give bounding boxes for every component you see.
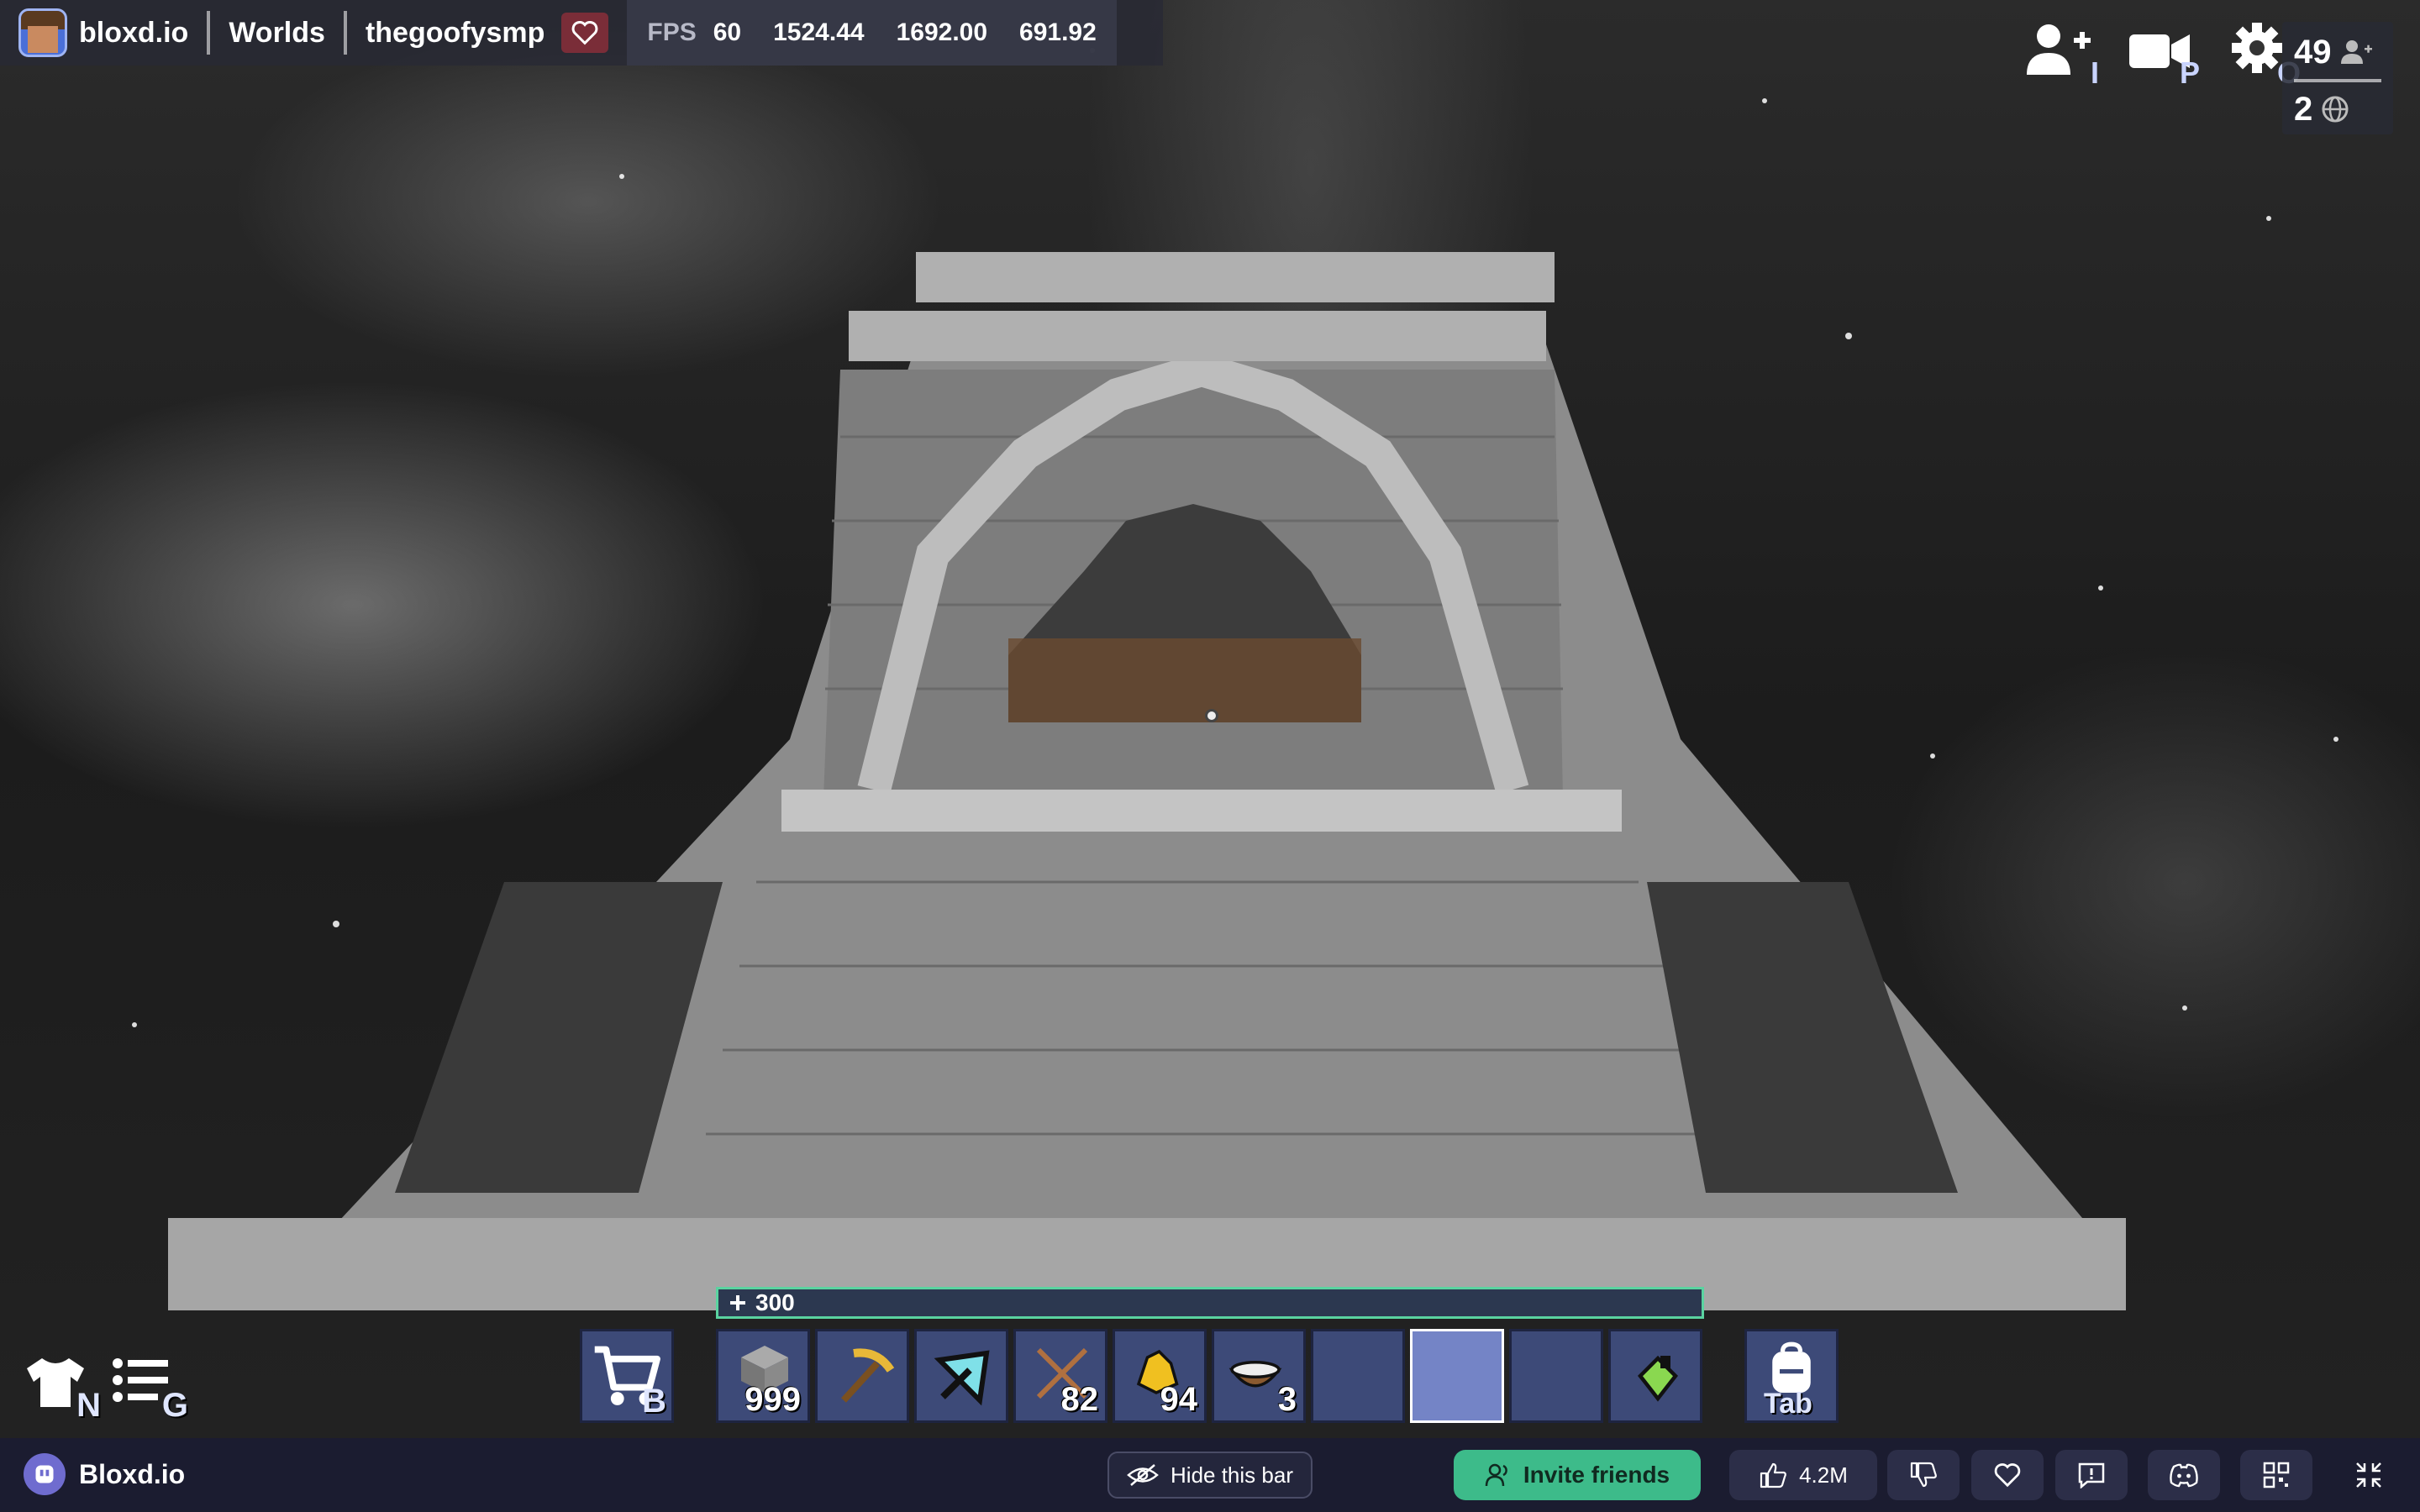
brand-link[interactable]: bloxd.io [0, 0, 207, 66]
heart-icon [1994, 1463, 2021, 1488]
slot-quantity: 3 [1277, 1381, 1297, 1418]
shop-button[interactable]: B [580, 1329, 674, 1423]
server-name: thegoofysmp [347, 0, 627, 66]
like-button[interactable]: 4.2M [1729, 1450, 1877, 1500]
globe-icon [2322, 96, 2349, 123]
hotbar-slot-9[interactable] [1509, 1329, 1603, 1423]
top-right-controls: I P O [2025, 20, 2302, 90]
top-bar: bloxd.io Worlds thegoofysmp FPS 60 1524.… [0, 0, 1163, 66]
coord-z: 691.92 [1019, 18, 1097, 46]
worlds-link[interactable]: Worlds [210, 0, 344, 66]
friends-icon [1485, 1463, 1507, 1487]
hotbar-slot-6[interactable]: 3 [1212, 1329, 1306, 1423]
slot-quantity: 94 [1160, 1381, 1198, 1418]
people-icon [2340, 40, 2372, 64]
hotbar-slot-2[interactable] [815, 1329, 909, 1423]
hotbar-slot-3[interactable] [914, 1329, 1008, 1423]
feedback-button[interactable] [2055, 1450, 2128, 1500]
bowl-icon [1228, 1361, 1282, 1388]
invite-key: I [2090, 55, 2099, 90]
invite-player-button[interactable]: I [2025, 20, 2101, 90]
list-button[interactable]: G [109, 1352, 188, 1424]
like-count: 4.2M [1799, 1462, 1848, 1488]
hotbar-slot-4[interactable]: 82 [1013, 1329, 1107, 1423]
pickaxe-icon [841, 1348, 895, 1403]
fps-value: 60 [713, 18, 742, 46]
invite-friends-label: Invite friends [1523, 1462, 1670, 1488]
global-player-count: 2 [2294, 90, 2313, 128]
minimize-icon [2356, 1462, 2381, 1488]
diamond-tool-icon [934, 1350, 990, 1406]
crosshair [1205, 709, 1218, 722]
discord-icon [2170, 1463, 2198, 1488]
plus-icon [730, 1295, 745, 1310]
list-key: G [161, 1387, 188, 1424]
record-button[interactable]: P [2126, 20, 2202, 90]
hotbar-slot-1[interactable]: 999 [716, 1329, 810, 1423]
hide-bar-label: Hide this bar [1171, 1462, 1293, 1488]
hotbar-slot-7[interactable] [1311, 1329, 1405, 1423]
qr-code-icon [2263, 1462, 2290, 1488]
qr-code-button[interactable] [2240, 1450, 2312, 1500]
inventory-button[interactable]: Tab [1744, 1329, 1839, 1423]
avatar-icon [18, 8, 67, 57]
shop-key: B [642, 1383, 666, 1420]
add-user-icon [2027, 24, 2091, 75]
invite-friends-button[interactable]: Invite friends [1454, 1450, 1701, 1500]
favorite-footer-button[interactable] [1971, 1450, 2044, 1500]
eye-off-icon [1127, 1464, 1159, 1486]
inventory-key: Tab [1764, 1388, 1812, 1420]
bottom-bar: Bloxd.io Hide this bar Invite friends 4.… [0, 1438, 2420, 1512]
hotbar-slot-10[interactable] [1608, 1329, 1702, 1423]
hotbar-slot-5[interactable]: 94 [1113, 1329, 1207, 1423]
slot-quantity: 82 [1060, 1381, 1099, 1418]
footer-brand[interactable]: Bloxd.io [24, 1453, 185, 1495]
green-potion-icon [1638, 1355, 1678, 1402]
slot-quantity: 999 [744, 1381, 801, 1418]
favorite-button[interactable] [561, 13, 609, 53]
outfit-key: N [76, 1387, 101, 1424]
worlds-label: Worlds [229, 16, 325, 49]
exit-fullscreen-button[interactable] [2333, 1450, 2405, 1500]
stats-panel: FPS 60 1524.44 1692.00 691.92 [627, 0, 1117, 66]
coord-y: 1692.00 [896, 18, 988, 46]
fps-label: FPS [647, 18, 697, 46]
footer-brand-label: Bloxd.io [79, 1458, 186, 1489]
health-value: 300 [755, 1289, 795, 1315]
hide-bar-button[interactable]: Hide this bar [1107, 1452, 1313, 1499]
bloxd-logo-icon [24, 1453, 66, 1495]
hotbar-slot-8[interactable] [1410, 1329, 1504, 1423]
health-bar: 300 [716, 1287, 1704, 1319]
discord-button[interactable] [2148, 1450, 2220, 1500]
local-player-count: 49 [2294, 33, 2332, 71]
record-key: P [2179, 55, 2200, 90]
message-alert-icon [2078, 1462, 2105, 1488]
thumbs-up-icon [1760, 1462, 1786, 1488]
heart-icon [572, 20, 598, 45]
player-count-panel[interactable]: 49 2 [2282, 22, 2393, 134]
server-name-label: thegoofysmp [365, 16, 545, 49]
brand-label: bloxd.io [79, 16, 189, 49]
outfit-button[interactable]: N [22, 1352, 101, 1424]
thumbs-down-icon [1910, 1462, 1937, 1488]
coord-x: 1524.44 [773, 18, 865, 46]
dislike-button[interactable] [1887, 1450, 1960, 1500]
